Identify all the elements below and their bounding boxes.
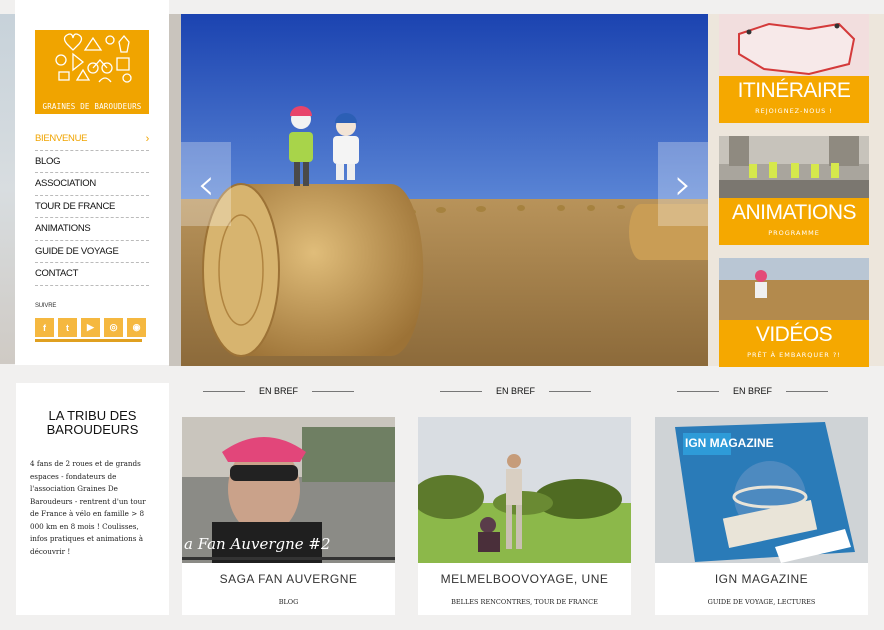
nav-item-label: TOUR DE FRANCE bbox=[35, 200, 116, 212]
tile-subtitle: PROGRAMME bbox=[768, 229, 820, 237]
post-category[interactable]: GUIDE DE VOYAGE, LECTURES bbox=[655, 598, 868, 606]
divider bbox=[203, 390, 245, 392]
bref-heading: EN BREF bbox=[677, 386, 829, 396]
video-thumbnail bbox=[719, 258, 869, 320]
slider-prev-button[interactable]: ‹ bbox=[181, 142, 231, 226]
slider-next-button[interactable]: › bbox=[658, 142, 708, 226]
map-thumbnail bbox=[719, 14, 869, 76]
bref-heading: EN BREF bbox=[203, 386, 355, 396]
post-title[interactable]: SAGA FAN AUVERGNE bbox=[182, 572, 395, 586]
tribe-text: 4 fans de 2 roues et de grands espaces -… bbox=[30, 459, 146, 556]
logo-text: GRAINES DE BAROUDEURS bbox=[42, 102, 142, 111]
tile-band: ANIMATIONS PROGRAMME bbox=[719, 198, 869, 245]
group-photo-thumbnail bbox=[719, 136, 869, 198]
tile-band: VIDÉOS PRÊT À EMBARQUER ?! bbox=[719, 320, 869, 367]
main-nav: BIENVENUE › BLOG ASSOCIATION TOUR DE FRA… bbox=[35, 128, 149, 286]
tile-title: ITINÉRAIRE bbox=[737, 79, 851, 102]
follow-label: SUIVRE bbox=[35, 303, 57, 309]
tribe-card: LA TRIBU DES BAROUDEURS 4 fans de 2 roue… bbox=[16, 383, 169, 615]
nav-item-contact[interactable]: CONTACT bbox=[35, 263, 149, 286]
tribe-title: LA TRIBU DES BAROUDEURS bbox=[46, 408, 139, 437]
bref-heading-label: EN BREF bbox=[496, 386, 536, 396]
nav-item-label: CONTACT bbox=[35, 268, 79, 280]
site-logo[interactable]: GRAINES DE BAROUDEURS bbox=[35, 30, 149, 114]
post-category[interactable]: BLOG bbox=[182, 598, 395, 606]
nav-item-label: GUIDE DE VOYAGE bbox=[35, 245, 119, 257]
post-thumbnail: a Fan Auvergne #2 bbox=[182, 417, 395, 563]
post-title[interactable]: MELMELBOOVOYAGE, UNE bbox=[418, 572, 631, 586]
social-links: f t ▶ ◎ ◉ bbox=[35, 318, 146, 337]
post-card[interactable]: MELMELBOOVOYAGE, UNE BELLES RENCONTRES, … bbox=[418, 417, 631, 615]
tile-title: VIDÉOS bbox=[755, 323, 833, 346]
divider bbox=[677, 390, 719, 392]
rss-icon[interactable]: ◉ bbox=[127, 318, 146, 337]
background-photo-strip bbox=[0, 14, 15, 364]
divider bbox=[312, 390, 355, 392]
bref-heading-label: EN BREF bbox=[733, 386, 773, 396]
bref-heading-label: EN BREF bbox=[259, 386, 299, 396]
tile-subtitle: REJOIGNEZ-NOUS ! bbox=[755, 107, 833, 115]
hero-slider[interactable]: ‹ › bbox=[181, 14, 708, 366]
nav-item-label: ASSOCIATION bbox=[35, 178, 96, 190]
nav-item-blog[interactable]: BLOG bbox=[35, 151, 149, 173]
nav-item-animations[interactable]: ANIMATIONS bbox=[35, 218, 149, 241]
nav-item-label: ANIMATIONS bbox=[35, 223, 91, 235]
sidebar: GRAINES DE BAROUDEURS BIENVENUE › BLOG A… bbox=[15, 0, 169, 365]
tile-title: ANIMATIONS bbox=[731, 201, 857, 224]
nav-item-label: BLOG bbox=[35, 155, 61, 167]
social-underline bbox=[35, 339, 142, 342]
facebook-icon[interactable]: f bbox=[35, 318, 54, 337]
nav-item-label: BIENVENUE bbox=[35, 133, 88, 145]
divider bbox=[786, 390, 829, 392]
youtube-icon[interactable]: ▶ bbox=[81, 318, 100, 337]
nav-item-guide-de-voyage[interactable]: GUIDE DE VOYAGE bbox=[35, 241, 149, 263]
divider bbox=[549, 390, 592, 392]
tile-subtitle: PRÊT À EMBARQUER ?! bbox=[747, 351, 841, 359]
post-thumbnail bbox=[418, 417, 631, 563]
post-category[interactable]: BELLES RENCONTRES, TOUR DE FRANCE bbox=[418, 598, 631, 606]
nav-item-tour-de-france[interactable]: TOUR DE FRANCE bbox=[35, 196, 149, 218]
twitter-icon[interactable]: t bbox=[58, 318, 77, 337]
magazine-cover-text: IGN MAGAZINE bbox=[685, 436, 774, 450]
post-card[interactable]: a Fan Auvergne #2 SAGA FAN AUVERGNE BLOG bbox=[182, 417, 395, 615]
video-overlay-title: a Fan Auvergne #2 bbox=[184, 535, 331, 553]
hero-edge bbox=[169, 14, 181, 366]
tile-band: ITINÉRAIRE REJOIGNEZ-NOUS ! bbox=[719, 76, 869, 123]
post-card[interactable]: IGN MAGAZINE IGN MAGAZINE GUIDE DE VOYAG… bbox=[655, 417, 868, 615]
post-thumbnail: IGN MAGAZINE bbox=[655, 417, 868, 563]
chevron-right-icon: › bbox=[145, 132, 150, 145]
instagram-icon[interactable]: ◎ bbox=[104, 318, 123, 337]
divider bbox=[440, 390, 482, 392]
nav-item-association[interactable]: ASSOCIATION bbox=[35, 173, 149, 196]
post-title[interactable]: IGN MAGAZINE bbox=[655, 572, 868, 586]
bref-heading: EN BREF bbox=[440, 386, 592, 396]
hero-photo bbox=[181, 14, 708, 366]
nav-item-bienvenue[interactable]: BIENVENUE › bbox=[35, 128, 149, 151]
